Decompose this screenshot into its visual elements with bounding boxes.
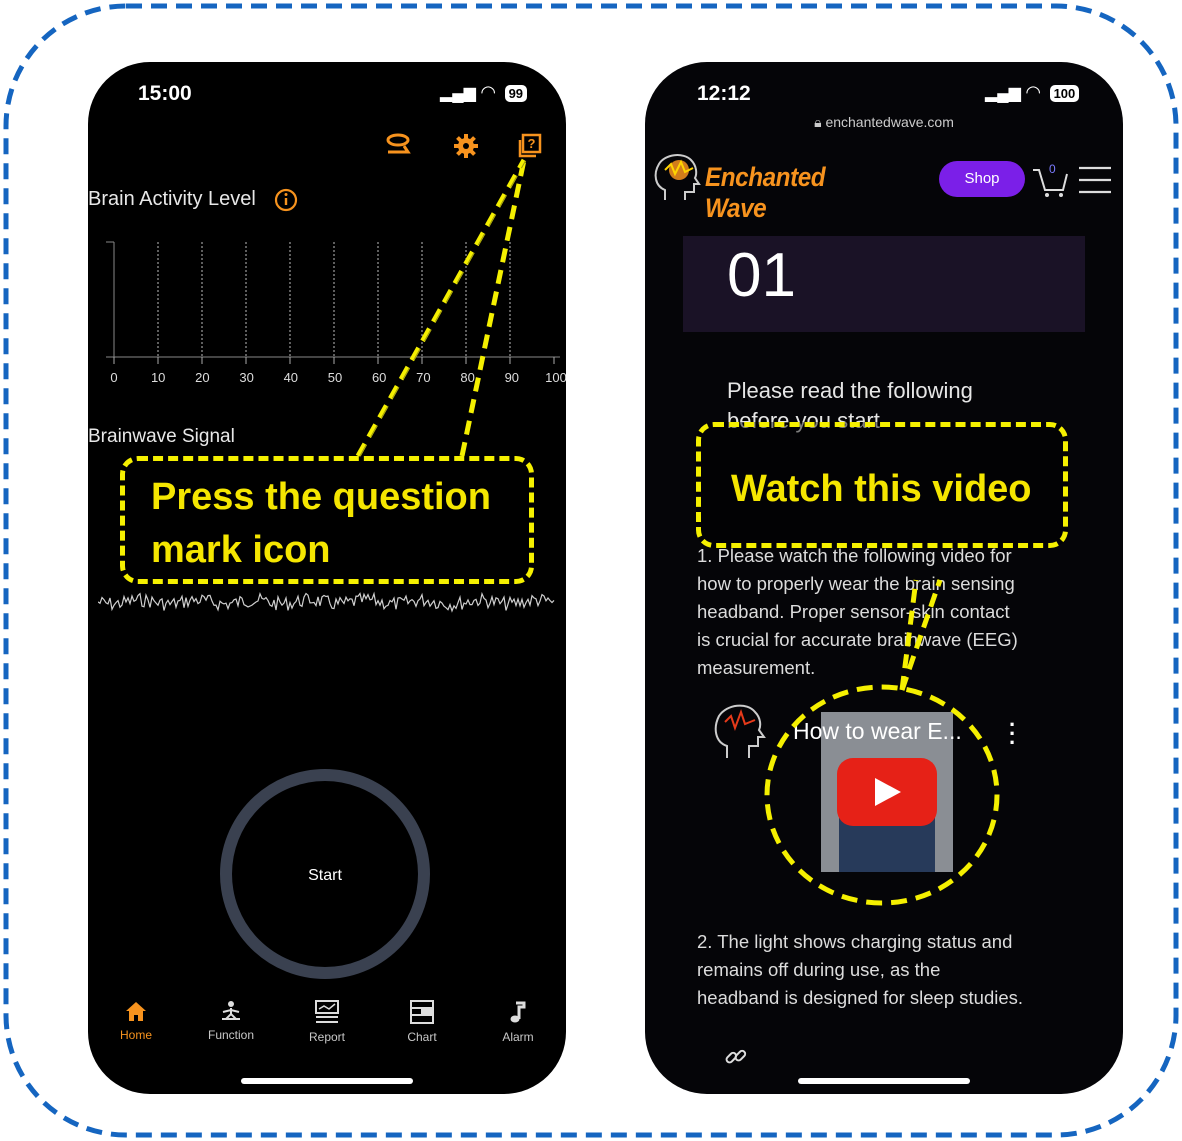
video-callout: Watch this video [696,422,1068,548]
video-callout-text: Watch this video [731,468,1032,510]
question-callout-line2: mark icon [151,529,331,571]
question-callout-line1: Press the question [151,476,491,518]
video-highlight-circle [764,684,1000,906]
question-callout: Press the question mark icon [120,456,534,584]
